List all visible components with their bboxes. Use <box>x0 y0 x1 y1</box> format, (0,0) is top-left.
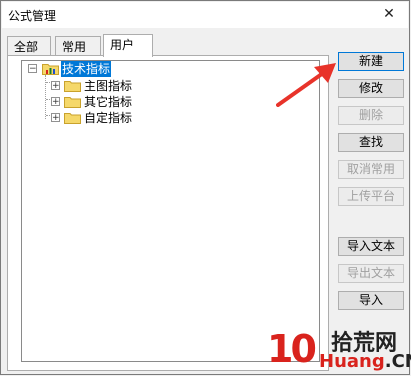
window-title: 公式管理 <box>8 9 57 23</box>
close-icon[interactable]: ✕ <box>380 5 398 23</box>
import-button[interactable]: 导入 <box>338 291 404 310</box>
tree-node-child[interactable]: + 主图指标 <box>22 78 142 94</box>
watermark-en-plain: .CN <box>384 351 411 372</box>
watermark-en-colored: Huang <box>319 351 385 372</box>
tree-node-label: 主图指标 <box>84 79 133 93</box>
annotation-arrow-icon <box>276 63 336 107</box>
tab-common[interactable]: 常用 <box>55 36 101 56</box>
watermark-logo: 10 拾荒网 Huang.CN <box>263 321 411 375</box>
tree-node-label: 自定指标 <box>84 111 133 125</box>
expand-icon[interactable]: + <box>51 97 60 107</box>
export-text-button[interactable]: 导出文本 <box>338 264 404 283</box>
formula-manager-dialog: 公式管理 ✕ 全部 常用 用户 − 技术指标 + 主图指标 + 其它指标 + 自… <box>0 0 411 375</box>
tab-user[interactable]: 用户 <box>103 34 153 57</box>
watermark-mark: 10 <box>267 327 317 371</box>
chart-folder-icon <box>42 62 59 75</box>
edit-button[interactable]: 修改 <box>338 79 404 98</box>
tree-node-child[interactable]: + 其它指标 <box>22 94 142 110</box>
tree-node-label: 技术指标 <box>61 61 112 77</box>
tree-node-label: 其它指标 <box>84 95 133 109</box>
folder-icon <box>64 79 81 92</box>
tab-all[interactable]: 全部 <box>7 36 51 56</box>
upload-platform-button[interactable]: 上传平台 <box>338 187 404 206</box>
folder-icon <box>64 95 81 108</box>
expand-icon[interactable]: + <box>51 81 60 91</box>
tree-node-root[interactable]: − 技术指标 <box>22 61 142 77</box>
watermark-en: Huang.CN <box>319 351 411 372</box>
folder-icon <box>64 111 81 124</box>
expand-icon[interactable]: + <box>51 113 60 123</box>
remove-favorite-button[interactable]: 取消常用 <box>338 160 404 179</box>
import-text-button[interactable]: 导入文本 <box>338 237 404 256</box>
title-bar: 公式管理 ✕ <box>2 2 408 28</box>
delete-button[interactable]: 删除 <box>338 106 404 125</box>
new-button[interactable]: 新建 <box>338 52 404 71</box>
find-button[interactable]: 查找 <box>338 133 404 152</box>
collapse-icon[interactable]: − <box>28 64 37 74</box>
tab-strip: 全部 常用 用户 <box>7 34 167 57</box>
tree-node-child[interactable]: + 自定指标 <box>22 110 142 126</box>
